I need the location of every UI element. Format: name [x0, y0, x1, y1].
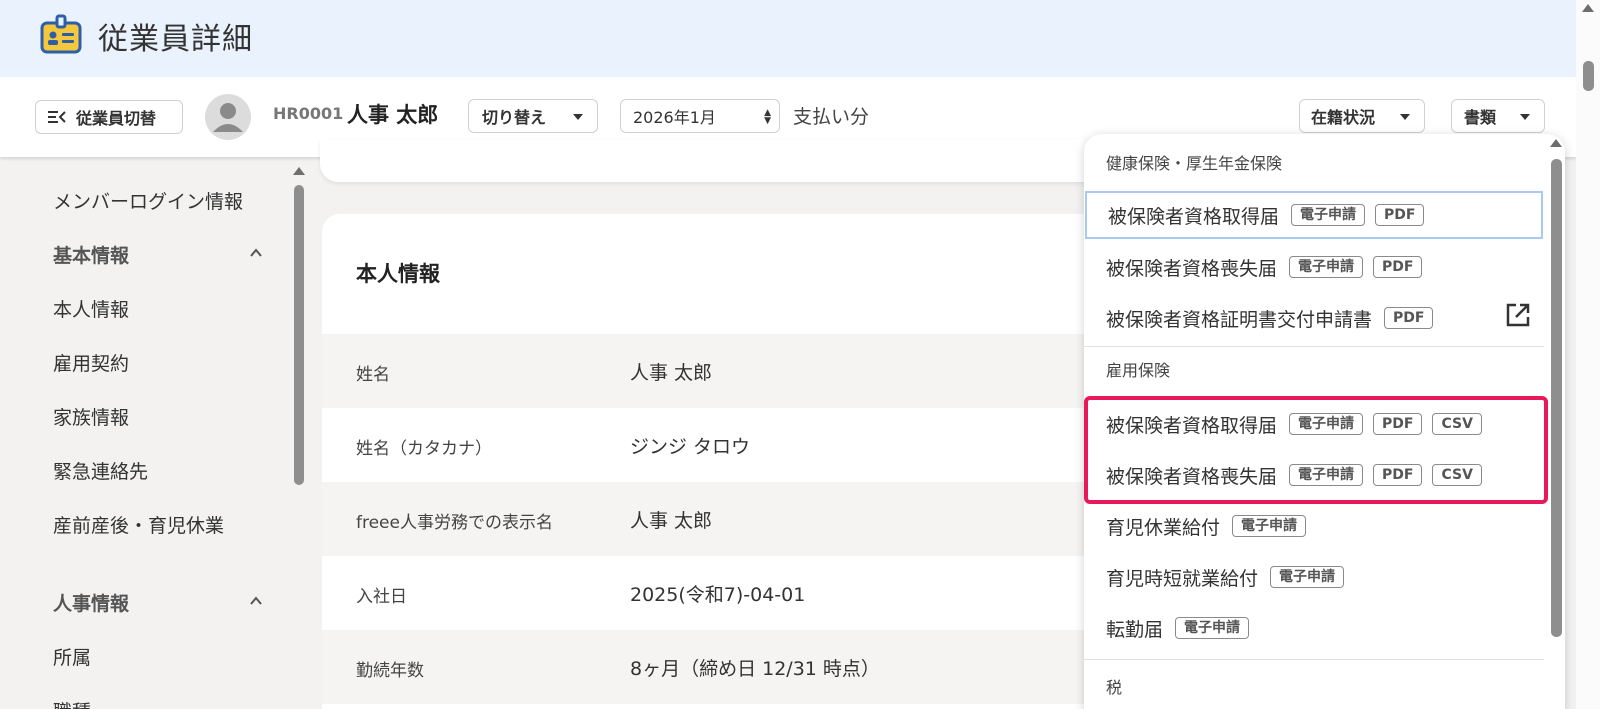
- tag-e-application: 電子申請: [1175, 617, 1250, 639]
- chevron-up-icon[interactable]: [250, 595, 262, 607]
- pay-month-value: 2026年1月: [633, 108, 716, 127]
- sidebar-scroll-up-arrow[interactable]: [293, 167, 305, 175]
- menu-divider: [1084, 659, 1544, 660]
- employee-name: 人事 太郎: [347, 103, 439, 127]
- caret-down-icon: [1520, 114, 1530, 120]
- row-label: freee人事労務での表示名: [356, 513, 553, 533]
- tag-e-application: 電子申請: [1270, 566, 1345, 588]
- row-label: 勤続年数: [356, 661, 424, 681]
- section-title: 本人情報: [356, 262, 440, 286]
- person-icon: [213, 103, 243, 132]
- menu-group-health-pension: 健康保険・厚生年金保険: [1106, 154, 1283, 173]
- menu-item-childcare-leave-benefit[interactable]: 育児休業給付 電子申請: [1084, 501, 1544, 551]
- sidebar-item-maternity-childcare-leave[interactable]: 産前産後・育児休業: [53, 511, 224, 538]
- documents-label: 書類: [1464, 108, 1497, 127]
- sidebar-item-job-type[interactable]: 職種: [53, 697, 91, 709]
- row-label: 姓名（カタカナ）: [356, 439, 492, 459]
- sidebar: メンバーログイン情報 基本情報 本人情報 雇用契約 家族情報 緊急連絡先 産前産…: [0, 157, 288, 709]
- page-title: 従業員詳細: [98, 22, 253, 57]
- switch-view-label: 切り替え: [482, 108, 547, 127]
- menu-item-label: 被保険者資格証明書交付申請書: [1106, 308, 1373, 331]
- menu-item-label: 育児時短就業給付: [1106, 567, 1259, 590]
- table-row: 入社日 2025(令和7)-04-01: [322, 556, 1142, 630]
- row-label: 姓名: [356, 365, 390, 385]
- switch-employee-button[interactable]: 従業員切替: [35, 100, 183, 134]
- list-collapse-icon: [48, 111, 66, 123]
- table-row: 姓名（カタカナ） ジンジ タロウ: [322, 408, 1142, 482]
- menu-item-childcare-shorttime-benefit[interactable]: 育児時短就業給付 電子申請: [1084, 552, 1544, 602]
- row-value: 人事 太郎: [630, 362, 713, 384]
- sidebar-item-department[interactable]: 所属: [53, 643, 91, 670]
- table-row: 姓名 人事 太郎: [322, 334, 1142, 408]
- switch-employee-label: 従業員切替: [76, 109, 157, 128]
- menu-item-transfer-notice[interactable]: 転勤届 電子申請: [1084, 603, 1544, 653]
- table-row: 勤続年数 8ヶ月（締め日 12/31 時点）: [322, 630, 1142, 704]
- sidebar-item-personal-info[interactable]: 本人情報: [53, 295, 129, 322]
- sidebar-item-family-info[interactable]: 家族情報: [53, 403, 129, 430]
- employee-avatar: [205, 94, 251, 140]
- tag-pdf: PDF: [1375, 204, 1425, 226]
- page-header: 従業員詳細: [0, 0, 1576, 77]
- page-scrollbar[interactable]: [1576, 0, 1600, 709]
- pay-month-select[interactable]: 2026年1月 ▲ ▼: [620, 99, 780, 133]
- menu-group-tax: 税: [1106, 678, 1123, 697]
- menu-item-label: 被保険者資格取得届: [1108, 205, 1280, 228]
- sidebar-section-hr-info[interactable]: 人事情報: [53, 589, 129, 616]
- tag-e-application: 電子申請: [1289, 256, 1364, 278]
- tag-e-application: 電子申請: [1232, 515, 1307, 537]
- employment-status-label: 在籍状況: [1311, 108, 1376, 127]
- sidebar-item-employment-contract[interactable]: 雇用契約: [53, 349, 129, 376]
- sidebar-scrollbar-thumb[interactable]: [294, 185, 304, 485]
- personal-info-card: 本人情報 姓名 人事 太郎 姓名（カタカナ） ジンジ タロウ freee人事労務…: [322, 214, 1142, 709]
- tag-pdf: PDF: [1373, 256, 1423, 278]
- employee-id-card-icon: [40, 14, 82, 54]
- highlight-annotation-box: [1084, 396, 1548, 504]
- chevron-up-icon[interactable]: [250, 247, 262, 259]
- caret-down-icon: [573, 114, 583, 120]
- caret-down-icon: [1400, 114, 1410, 120]
- tag-e-application: 電子申請: [1291, 204, 1366, 226]
- row-value: ジンジ タロウ: [630, 436, 751, 458]
- up-down-arrows-icon: ▲ ▼: [764, 108, 771, 126]
- row-value: 人事 太郎: [630, 510, 713, 532]
- pay-label: 支払い分: [793, 106, 870, 128]
- menu-divider: [1084, 346, 1544, 347]
- documents-dropdown[interactable]: 書類: [1451, 99, 1545, 133]
- menu-item-qualification-certificate[interactable]: 被保険者資格証明書交付申請書 PDF: [1084, 293, 1544, 343]
- menu-item-health-loss[interactable]: 被保険者資格喪失届 電子申請 PDF: [1084, 242, 1544, 292]
- sidebar-item-emergency-contact[interactable]: 緊急連絡先: [53, 457, 148, 484]
- menu-item-label: 被保険者資格喪失届: [1106, 257, 1278, 280]
- row-value: 8ヶ月（締め日 12/31 時点）: [630, 658, 880, 680]
- menu-item-label: 育児休業給付: [1106, 516, 1221, 539]
- page-scroll-up-arrow[interactable]: [1582, 4, 1594, 12]
- menu-scroll-up-arrow[interactable]: [1550, 139, 1562, 147]
- previous-card: [320, 140, 1140, 182]
- sidebar-section-basic-info[interactable]: 基本情報: [53, 241, 129, 268]
- tag-pdf: PDF: [1384, 307, 1434, 329]
- employee-code: HR0001: [273, 104, 344, 123]
- employment-status-dropdown[interactable]: 在籍状況: [1299, 99, 1425, 133]
- menu-group-employment-insurance: 雇用保険: [1106, 361, 1171, 380]
- row-value: 2025(令和7)-04-01: [630, 584, 806, 606]
- table-row: freee人事労務での表示名 人事 太郎: [322, 482, 1142, 556]
- switch-view-dropdown[interactable]: 切り替え: [468, 99, 598, 133]
- menu-item-label: 転勤届: [1106, 618, 1164, 641]
- row-label: 入社日: [356, 587, 407, 607]
- documents-menu: 健康保険・厚生年金保険 被保険者資格取得届 電子申請 PDF 被保険者資格喪失届…: [1084, 134, 1565, 709]
- menu-scrollbar-thumb[interactable]: [1551, 159, 1562, 637]
- menu-item-health-acquisition[interactable]: 被保険者資格取得届 電子申請 PDF: [1085, 191, 1543, 239]
- sidebar-item-member-login[interactable]: メンバーログイン情報: [53, 187, 243, 214]
- page-scrollbar-thumb[interactable]: [1583, 61, 1594, 91]
- open-in-new-icon[interactable]: [1504, 301, 1532, 329]
